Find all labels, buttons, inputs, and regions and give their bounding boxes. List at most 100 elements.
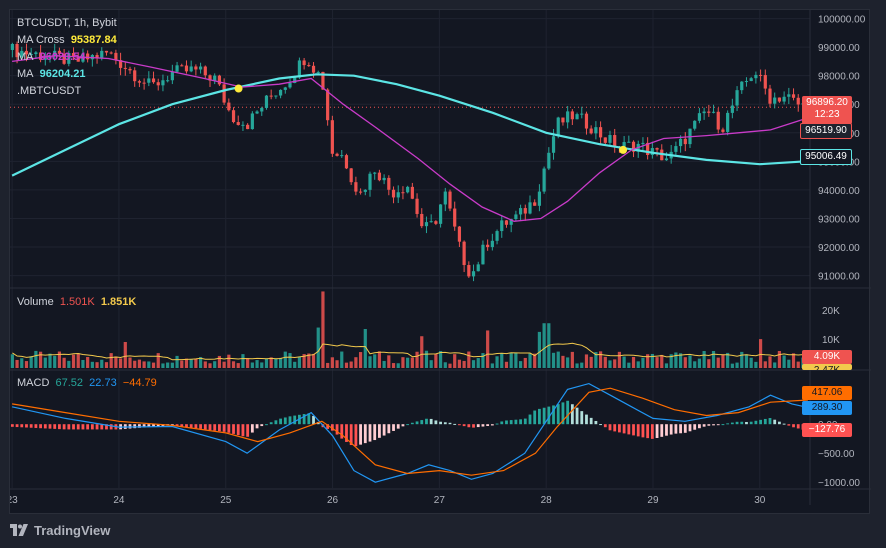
time-tick-label: 29 xyxy=(647,495,659,506)
candle-body xyxy=(678,138,683,147)
volume-bar xyxy=(608,360,612,368)
volume-bar xyxy=(15,359,19,368)
volume-bar xyxy=(424,350,429,368)
candle-body xyxy=(184,65,189,72)
volume-legend: Volume 1.501K 1.851K xyxy=(17,294,136,311)
candle-body xyxy=(198,66,203,70)
macd-hist-bar xyxy=(759,419,762,425)
volume-bar xyxy=(735,362,739,368)
macd-hist-bar xyxy=(749,421,753,425)
volume-bar xyxy=(246,358,250,368)
volume-bar xyxy=(250,362,254,368)
candle-body xyxy=(175,65,179,72)
volume-bar xyxy=(274,359,278,368)
candle-body xyxy=(288,83,292,88)
candle-body xyxy=(768,88,772,104)
candle-body xyxy=(147,78,151,83)
candle-body xyxy=(283,87,287,90)
ma1-label[interactable]: MA xyxy=(17,51,34,63)
candle-body xyxy=(537,191,542,206)
macd-hist-bar xyxy=(533,410,537,425)
candle-body xyxy=(274,95,278,97)
volume-bar xyxy=(796,361,800,368)
volume-label[interactable]: Volume xyxy=(17,296,54,308)
macd-hist-bar xyxy=(133,424,137,429)
volume-bar xyxy=(297,356,302,368)
tradingview-logo[interactable]: TradingView xyxy=(10,522,110,538)
macd-hist-bar xyxy=(740,421,744,425)
signal-line xyxy=(12,387,808,476)
volume-bar xyxy=(613,359,617,368)
macd-hist-bar xyxy=(622,424,626,434)
compare-symbol-label[interactable]: .MBTCUSDT xyxy=(17,85,81,97)
candle-body xyxy=(410,186,414,199)
ma2-label[interactable]: MA xyxy=(17,68,34,80)
macd-hist-bar xyxy=(650,424,654,439)
candle-body xyxy=(711,111,716,113)
volume-bar xyxy=(53,355,57,368)
volume-bar xyxy=(373,354,377,368)
chart-svg[interactable]: 100000.0099000.0098000.0097000.0096000.0… xyxy=(7,10,871,515)
volume-bar xyxy=(598,351,603,368)
candle-body xyxy=(744,81,749,83)
candle-body xyxy=(424,222,429,227)
chart-window: 100000.0099000.0098000.0097000.0096000.0… xyxy=(0,0,886,548)
price-tick-label: 98000.00 xyxy=(818,72,860,83)
volume-bar xyxy=(203,361,207,368)
volume-bar xyxy=(702,351,706,368)
price-tick-label: 91000.00 xyxy=(818,272,860,283)
macd-hist-bar xyxy=(542,407,546,425)
volume-bar xyxy=(38,351,43,368)
candle-body xyxy=(697,113,702,121)
macd-hist-bar xyxy=(95,424,99,430)
macd-legend: MACD 67.52 22.73 −44.79 xyxy=(17,375,157,392)
candle-body xyxy=(467,265,471,277)
candle-body xyxy=(716,111,720,130)
macd-hist-bar xyxy=(363,424,367,444)
chart-area[interactable]: 100000.0099000.0098000.0097000.0096000.0… xyxy=(7,9,871,515)
volume-bar xyxy=(467,351,471,368)
macd-hist-bar xyxy=(425,418,428,425)
time-tick-label: 27 xyxy=(434,495,446,506)
volume-bar xyxy=(443,362,447,368)
price-tick-label: 99000.00 xyxy=(818,43,860,54)
candle-body xyxy=(391,189,396,198)
candle-body xyxy=(589,128,593,134)
volume-bar xyxy=(194,358,198,368)
candle-body xyxy=(231,110,236,123)
macd-hist-bar xyxy=(646,424,650,439)
symbol-label[interactable]: BTCUSDT, 1h, Bybit xyxy=(17,17,117,29)
macd-hist-bar xyxy=(467,424,471,428)
volume-bar xyxy=(335,360,339,368)
volume-bar xyxy=(589,356,593,368)
ma-cross-label[interactable]: MA Cross xyxy=(17,34,65,46)
candle-body xyxy=(123,67,127,69)
candle-body xyxy=(151,78,156,83)
volume-bar xyxy=(434,353,438,368)
macd-hist-bar xyxy=(688,424,692,432)
candle-body xyxy=(594,127,598,134)
volume-bar xyxy=(518,361,523,368)
macd-label[interactable]: MACD xyxy=(17,377,49,389)
macd-hist-bar xyxy=(401,424,405,427)
macd-hist-bar xyxy=(279,418,282,425)
volume-bar xyxy=(293,361,297,368)
volume-bar xyxy=(660,354,664,368)
volume-bar xyxy=(603,356,607,368)
candle-body xyxy=(754,74,758,79)
volume-tick-label: 10K xyxy=(822,335,840,346)
candle-body xyxy=(518,208,523,215)
price-tick-label: 92000.00 xyxy=(818,243,860,254)
macd-hist-bar xyxy=(67,424,71,430)
macd-hist-bar xyxy=(792,424,795,428)
candle-body xyxy=(603,137,607,143)
macd-hist-bar xyxy=(208,424,212,431)
candle-body xyxy=(796,97,800,105)
macd-hist-bar xyxy=(679,424,682,434)
volume-bar xyxy=(448,363,452,368)
volume-bar xyxy=(486,330,490,368)
macd-hist-bar xyxy=(29,424,33,428)
candle-body xyxy=(641,142,645,144)
volume-bar xyxy=(631,356,636,368)
volume-bar xyxy=(128,357,132,368)
